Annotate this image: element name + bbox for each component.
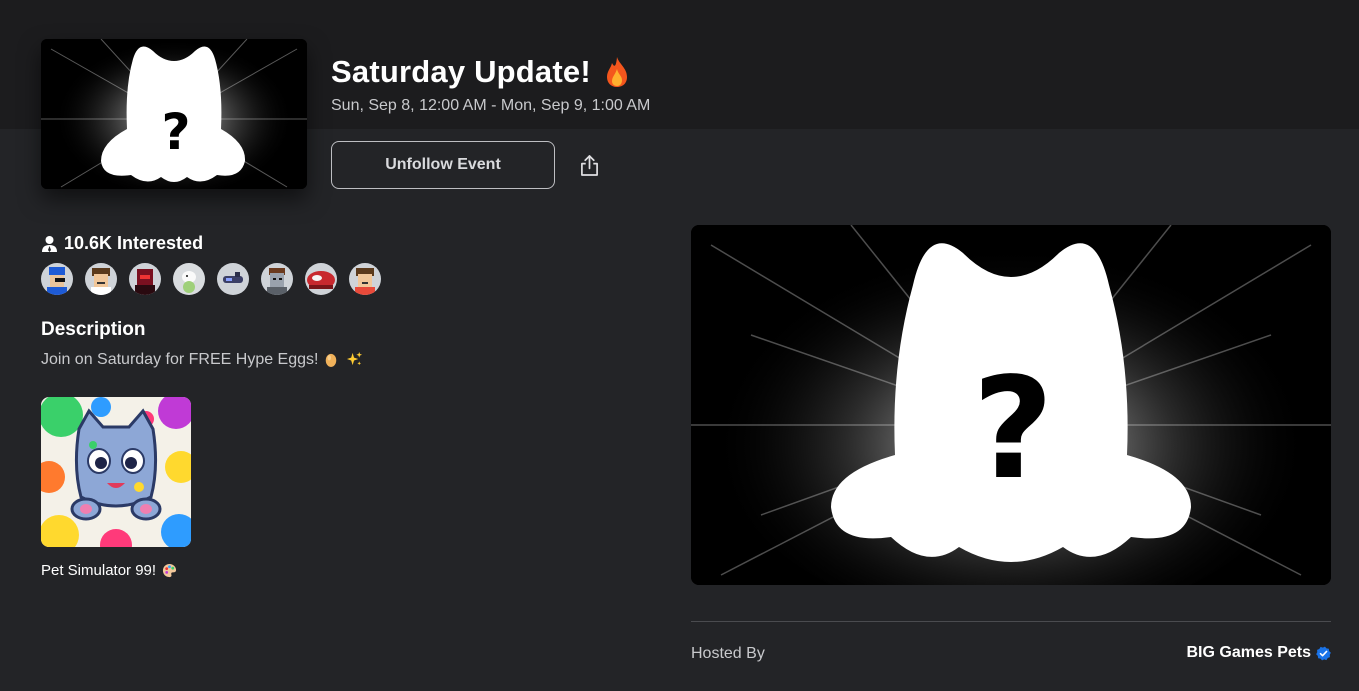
egg-emoji-icon [324, 351, 340, 369]
pet-simulator-cat-image [41, 397, 191, 547]
mystery-pet-hero: ? [691, 225, 1331, 585]
avatar[interactable] [41, 263, 73, 295]
event-title-text: Saturday Update! [331, 54, 591, 89]
hosted-by-label: Hosted By [691, 645, 765, 662]
avatar[interactable] [173, 263, 205, 295]
palette-emoji-icon [162, 563, 177, 578]
svg-text:?: ? [161, 103, 190, 161]
avatar[interactable] [349, 263, 381, 295]
host-name-text: BIG Games Pets [1186, 644, 1312, 661]
interested-avatars [41, 263, 381, 295]
interested-count: 10.6K Interested [41, 233, 203, 254]
person-icon [41, 235, 58, 253]
event-thumbnail: ? [41, 39, 307, 189]
avatar[interactable] [129, 263, 161, 295]
avatar[interactable] [261, 263, 293, 295]
avatar[interactable] [217, 263, 249, 295]
host-divider [691, 621, 1331, 622]
unfollow-event-button[interactable]: Unfollow Event [331, 141, 555, 189]
share-icon [580, 154, 598, 176]
game-name-text: Pet Simulator 99! [41, 562, 157, 579]
avatar[interactable] [305, 263, 337, 295]
description-heading: Description [41, 319, 146, 340]
avatar[interactable] [85, 263, 117, 295]
game-thumbnail[interactable] [41, 397, 191, 547]
host-link[interactable]: BIG Games Pets [1187, 644, 1332, 662]
description-body: Join on Saturday for FREE Hype Eggs! [41, 351, 319, 368]
verified-badge-icon [1316, 646, 1331, 661]
svg-text:?: ? [972, 348, 1053, 511]
fire-emoji-icon [603, 56, 631, 88]
description-text: Join on Saturday for FREE Hype Eggs! [41, 351, 363, 369]
game-name[interactable]: Pet Simulator 99! [41, 562, 177, 579]
mystery-pet-image: ? [41, 39, 307, 189]
event-hero-image: ? [691, 225, 1331, 585]
interested-label: 10.6K Interested [64, 233, 204, 253]
share-button[interactable] [575, 150, 603, 180]
event-title: Saturday Update! [331, 54, 631, 90]
sparkles-emoji-icon [346, 351, 363, 369]
event-dates: Sun, Sep 8, 12:00 AM - Mon, Sep 9, 1:00 … [331, 97, 651, 114]
